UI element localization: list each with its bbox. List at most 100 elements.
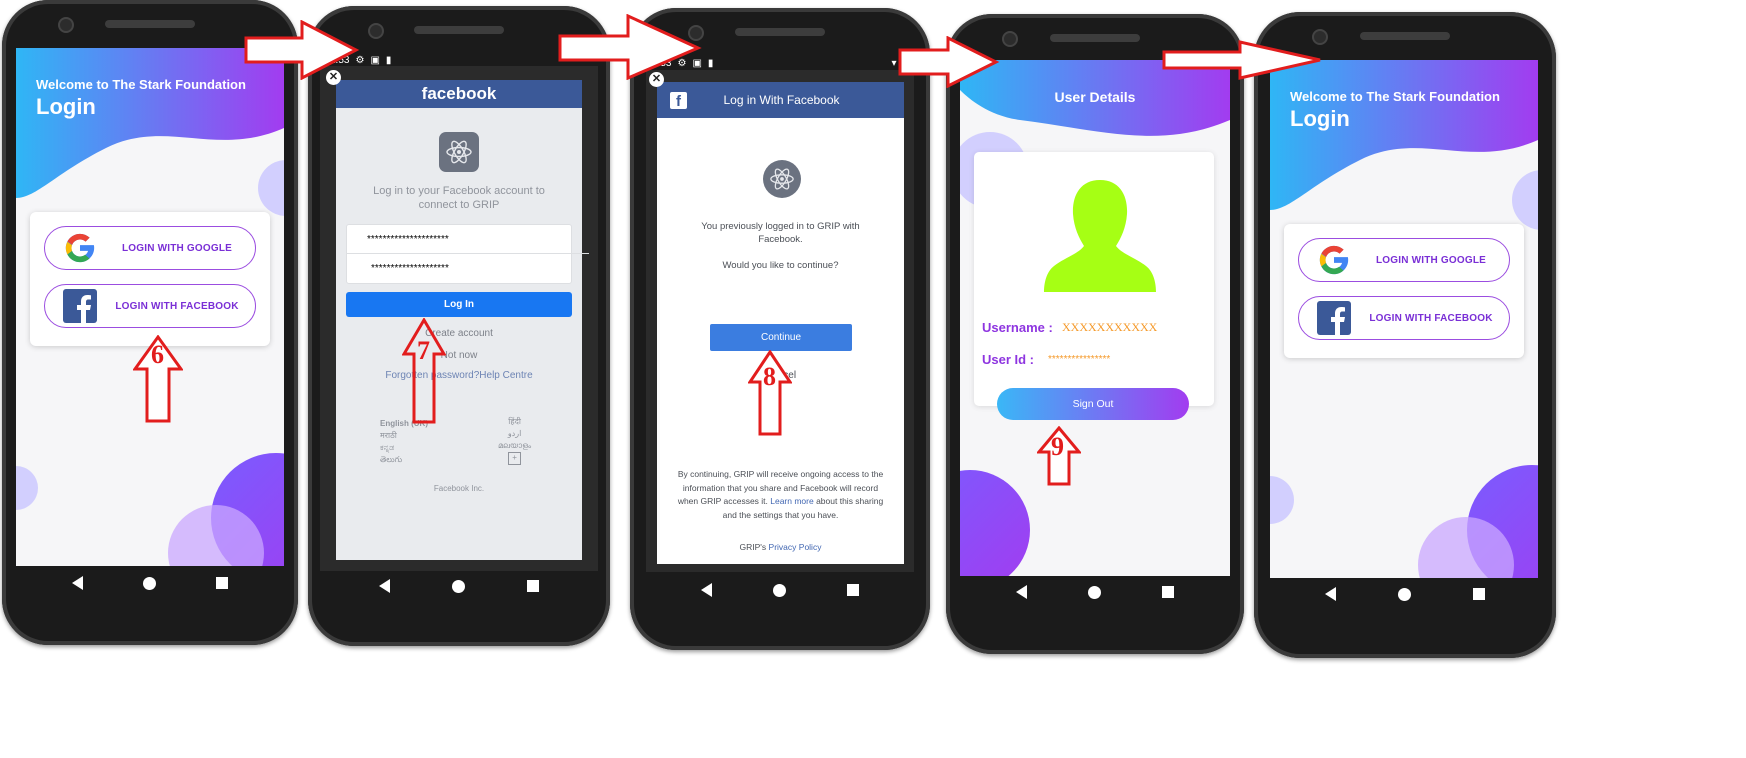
disclaimer: By continuing, GRIP will receive ongoing… — [673, 468, 888, 522]
user-avatar-icon — [1044, 180, 1156, 292]
dialog-title: Log in With Facebook — [723, 93, 840, 107]
username-label: Username : — [982, 320, 1053, 335]
home-icon[interactable] — [452, 579, 465, 593]
login-facebook-label: LOGIN WITH FACEBOOK — [1369, 312, 1493, 324]
home-icon[interactable] — [772, 583, 786, 597]
privacy-policy: GRIP's Privacy Policy — [657, 542, 904, 552]
facebook-icon: f — [670, 91, 687, 110]
facebook-logo: facebook — [421, 84, 497, 103]
password-field[interactable] — [347, 254, 593, 282]
page-title: Login — [1290, 106, 1350, 131]
login-button[interactable]: Log In — [346, 292, 572, 317]
policy-prefix: GRIP's — [739, 542, 769, 552]
login-card: LOGIN WITH GOOGLE LOGIN WITH FACEBOOK — [30, 212, 270, 346]
continue-button[interactable]: Continue — [710, 324, 852, 351]
speaker — [1050, 34, 1140, 42]
speaker — [414, 26, 504, 34]
login-facebook-label: LOGIN WITH FACEBOOK — [115, 300, 239, 312]
language-item[interactable]: اردو — [498, 428, 531, 440]
phone-3: 2:53 ⚙▣▮ ▾▮ f Log in With Facebook You p… — [630, 8, 930, 650]
back-icon[interactable] — [700, 583, 712, 597]
languages-right: हिंदी اردو മലയാളം + — [498, 416, 531, 465]
red-arrow-icon — [402, 318, 446, 424]
facebook-icon — [1315, 299, 1353, 337]
previous-login-text: You previously logged in to GRIP with Fa… — [701, 221, 860, 245]
react-atom-icon — [763, 160, 801, 198]
back-icon[interactable] — [379, 579, 390, 593]
fb-footer: Facebook Inc. — [433, 484, 485, 493]
phone-2: 2:53 ⚙ ▣ ▮ facebook Log in to your Faceboo… — [308, 6, 610, 646]
screen-login: Welcome to The Stark Foundation Login LO… — [16, 48, 284, 566]
screen-fb-login: facebook Log in to your Facebook account… — [320, 66, 598, 571]
android-navbar — [348, 567, 570, 605]
google-icon — [1315, 241, 1353, 279]
red-arrow-icon — [898, 36, 1000, 88]
back-icon[interactable] — [1016, 585, 1028, 599]
privacy-policy-link[interactable]: Privacy Policy — [769, 542, 822, 552]
forgot-help-row: Forgotten password?Help Centre — [336, 370, 582, 381]
email-field[interactable] — [347, 225, 589, 254]
back-icon[interactable] — [72, 576, 83, 590]
android-navbar — [986, 573, 1204, 611]
sd-icon: ▮ — [385, 55, 392, 66]
welcome-text: Welcome to The Stark Foundation — [1290, 89, 1500, 104]
phone-1: Welcome to The Stark Foundation Login LO… — [2, 0, 298, 645]
login-google-button[interactable]: LOGIN WITH GOOGLE — [44, 226, 256, 270]
phone-5: Welcome to The Stark Foundation Login LO… — [1254, 12, 1556, 658]
not-now-link[interactable]: Not now — [336, 350, 582, 361]
language-item[interactable]: हिंदी — [498, 416, 531, 428]
home-icon[interactable] — [1087, 585, 1101, 599]
login-facebook-button[interactable]: LOGIN WITH FACEBOOK — [1298, 296, 1510, 340]
step-number: 9 — [1051, 432, 1064, 461]
android-navbar — [670, 571, 890, 609]
username-value: XXXXXXXXXXX — [1062, 320, 1158, 334]
language-item[interactable]: मराठी — [380, 430, 428, 442]
learn-more-link[interactable]: Learn more — [770, 496, 813, 506]
screen-login-return: Welcome to The Stark Foundation Login LO… — [1270, 60, 1538, 578]
userid-label: User Id : — [982, 352, 1035, 367]
page-title: User Details — [1054, 89, 1136, 105]
credentials-box — [346, 224, 593, 284]
fb-header: facebook — [336, 80, 582, 108]
phone-4: User Details Username : XXXXXXXXXXX User… — [946, 14, 1244, 654]
welcome-text: Welcome to The Stark Foundation — [36, 77, 246, 92]
wifi-icon: ▾ — [891, 58, 897, 69]
screen-fb-continue: f Log in With Facebook You previously lo… — [646, 70, 914, 572]
userid-value: **************** — [1048, 354, 1111, 365]
login-facebook-button[interactable]: LOGIN WITH FACEBOOK — [44, 284, 256, 328]
user-card: Username : XXXXXXXXXXX User Id : *******… — [974, 152, 1214, 406]
recents-icon[interactable] — [1161, 586, 1174, 598]
fb-prompt: Log in to your Facebook account to conne… — [373, 185, 545, 211]
language-item[interactable]: ಕನ್ನಡ — [380, 442, 428, 454]
speaker — [105, 20, 195, 28]
sd-icon: ▮ — [707, 58, 714, 69]
home-icon[interactable] — [1398, 587, 1411, 601]
red-arrow-icon — [558, 14, 702, 80]
signout-button[interactable]: Sign Out — [997, 388, 1189, 420]
continue-question: Would you like to continue? — [722, 260, 839, 271]
google-icon — [61, 229, 99, 267]
back-icon[interactable] — [1325, 587, 1336, 601]
camera — [1002, 31, 1018, 47]
login-google-button[interactable]: LOGIN WITH GOOGLE — [1298, 238, 1510, 282]
camera — [368, 23, 384, 39]
help-centre-link[interactable]: Help Centre — [479, 370, 532, 381]
login-card: LOGIN WITH GOOGLE LOGIN WITH FACEBOOK — [1284, 224, 1524, 358]
language-item[interactable]: తెలుగు — [380, 454, 428, 466]
login-google-label: LOGIN WITH GOOGLE — [121, 242, 233, 254]
language-item[interactable]: മലയാളം — [498, 440, 531, 452]
home-icon[interactable] — [143, 576, 156, 590]
red-arrow-icon — [1162, 40, 1321, 80]
screen-user-details: User Details Username : XXXXXXXXXXX User… — [960, 60, 1230, 576]
recents-icon[interactable] — [216, 577, 228, 589]
camera — [58, 17, 74, 33]
create-account-link[interactable]: Create account — [336, 328, 582, 339]
recents-icon[interactable] — [527, 580, 539, 592]
recents-icon[interactable] — [1473, 588, 1485, 600]
more-languages-button[interactable]: + — [508, 452, 522, 465]
speaker — [735, 28, 825, 36]
android-navbar — [42, 564, 258, 602]
react-atom-icon — [439, 132, 479, 172]
recents-icon[interactable] — [847, 584, 860, 596]
login-google-label: LOGIN WITH GOOGLE — [1375, 254, 1487, 266]
